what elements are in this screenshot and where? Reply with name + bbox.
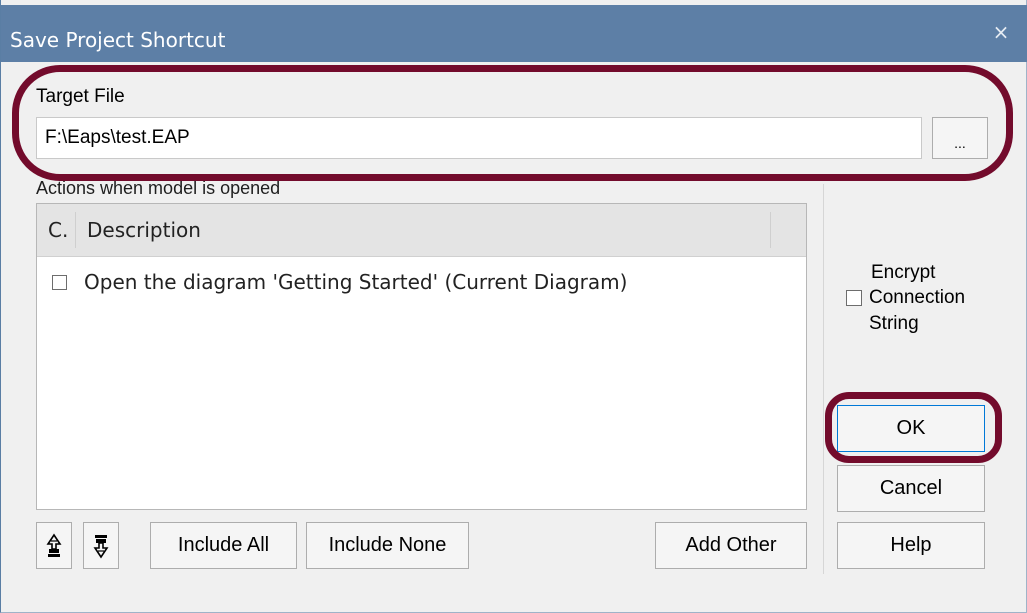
help-button[interactable]: Help — [837, 522, 985, 569]
dialog-title: Save Project Shortcut — [10, 28, 226, 52]
column-header-check[interactable]: C. — [48, 217, 68, 243]
column-separator[interactable] — [770, 212, 771, 248]
encrypt-label-line1: Encrypt — [871, 262, 936, 283]
cancel-button[interactable]: Cancel — [837, 465, 985, 512]
column-separator[interactable] — [75, 212, 76, 248]
move-up-icon — [46, 533, 62, 557]
encrypt-label-line3: String — [869, 313, 919, 334]
vertical-divider — [823, 184, 824, 574]
add-other-button[interactable]: Add Other — [655, 522, 807, 569]
target-file-input[interactable]: F:\Eaps\test.EAP — [36, 117, 922, 159]
encrypt-label-line2: Connection — [869, 287, 966, 308]
move-up-button[interactable] — [36, 522, 72, 569]
encrypt-checkbox[interactable] — [846, 290, 862, 306]
move-down-button[interactable] — [83, 522, 119, 569]
include-all-button[interactable]: Include All — [150, 522, 297, 569]
ok-button[interactable]: OK — [837, 405, 985, 452]
column-header-description[interactable]: Description — [87, 217, 201, 243]
include-none-button[interactable]: Include None — [306, 522, 469, 569]
title-bar[interactable]: Save Project Shortcut × — [1, 5, 1027, 62]
save-project-shortcut-dialog: Save Project Shortcut × Target File F:\E… — [0, 0, 1027, 613]
browse-button[interactable]: ... — [932, 117, 988, 159]
list-header: C. Description — [37, 204, 806, 257]
list-item[interactable]: Open the diagram 'Getting Started' (Curr… — [37, 262, 806, 302]
close-icon[interactable]: × — [989, 20, 1013, 44]
move-down-icon — [93, 534, 109, 558]
action-description: Open the diagram 'Getting Started' (Curr… — [84, 270, 628, 294]
actions-list[interactable]: C. Description Open the diagram 'Getting… — [36, 203, 807, 510]
actions-label: Actions when model is opened — [36, 178, 281, 198]
target-file-label: Target File — [36, 86, 125, 107]
action-checkbox[interactable] — [52, 275, 67, 290]
